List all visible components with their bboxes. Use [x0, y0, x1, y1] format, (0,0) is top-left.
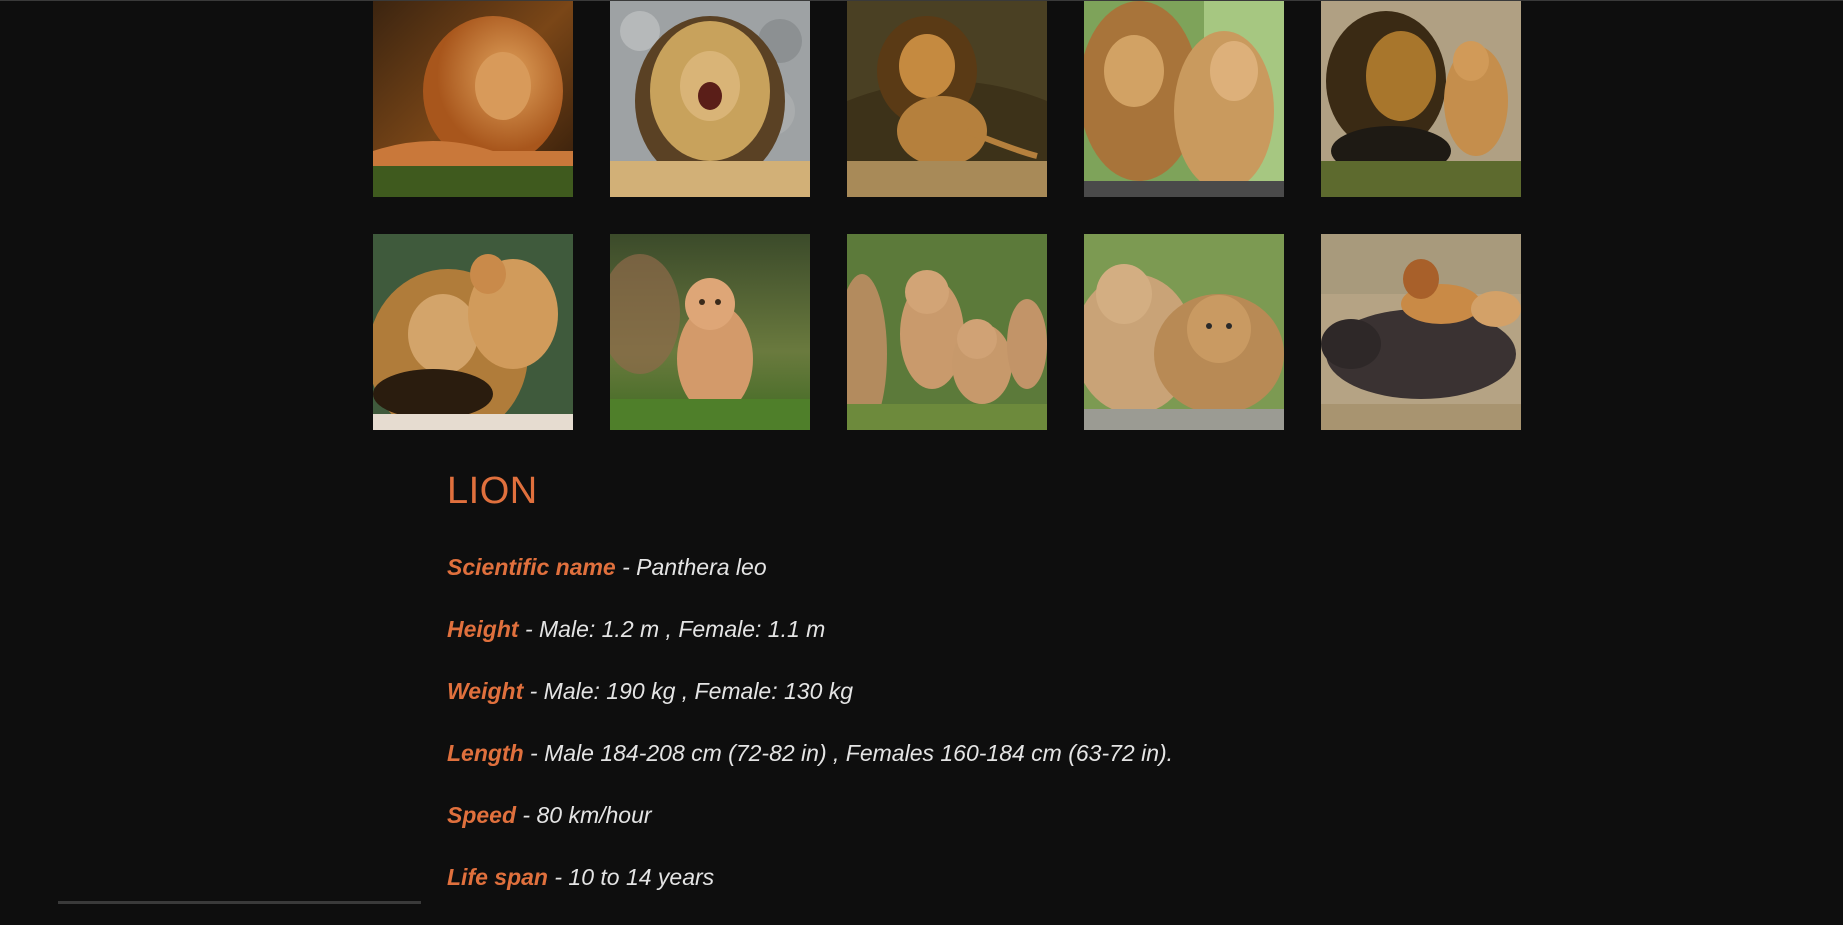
photo-lions-hunting-buffalo[interactable]: [1321, 234, 1521, 430]
photo-gallery: [373, 1, 1523, 467]
photo-cub-hugging-lion[interactable]: [373, 234, 573, 430]
animal-info: LION Scientific name - Panthera leo Heig…: [447, 470, 1447, 925]
fact-speed: Speed - 80 km/hour: [447, 801, 1447, 829]
fact-value: - Male: 190 kg , Female: 130 kg: [523, 678, 854, 704]
fact-life-span: Life span - 10 to 14 years: [447, 863, 1447, 891]
photo-lion-and-lioness[interactable]: [1084, 1, 1284, 197]
fact-weight: Weight - Male: 190 kg , Female: 130 kg: [447, 677, 1447, 705]
fact-value: - 10 to 14 years: [547, 864, 715, 890]
photo-lion-cub-walking[interactable]: [610, 234, 810, 430]
photo-lion-roaring[interactable]: [610, 1, 810, 197]
fact-scientific-name: Scientific name - Panthera leo: [447, 553, 1447, 581]
photo-lion-cubs-lying[interactable]: [1084, 234, 1284, 430]
fact-value: - 80 km/hour: [516, 802, 652, 828]
fact-value: - Male 184-208 cm (72-82 in) , Females 1…: [523, 740, 1174, 766]
fact-label: Speed: [447, 802, 517, 828]
photo-lion-and-cub-nuzzling[interactable]: [1321, 1, 1521, 197]
fact-value: - Panthera leo: [615, 554, 767, 580]
fact-label: Height: [447, 616, 519, 642]
gallery-row-2: [373, 234, 1523, 430]
fact-label: Weight: [447, 678, 524, 704]
fact-length: Length - Male 184-208 cm (72-82 in) , Fe…: [447, 739, 1447, 767]
fact-label: Life span: [447, 864, 548, 890]
fact-value: - Male: 1.2 m , Female: 1.1 m: [518, 616, 826, 642]
fact-height: Height - Male: 1.2 m , Female: 1.1 m: [447, 615, 1447, 643]
photo-lion-cubs-group[interactable]: [847, 234, 1047, 430]
fact-label: Length: [447, 740, 524, 766]
page-title: LION: [447, 470, 538, 512]
photo-lion-walking-forest[interactable]: [847, 1, 1047, 197]
fact-label: Scientific name: [447, 554, 616, 580]
photo-lion-lying-grass[interactable]: [373, 1, 573, 197]
gallery-row-1: [373, 1, 1523, 197]
